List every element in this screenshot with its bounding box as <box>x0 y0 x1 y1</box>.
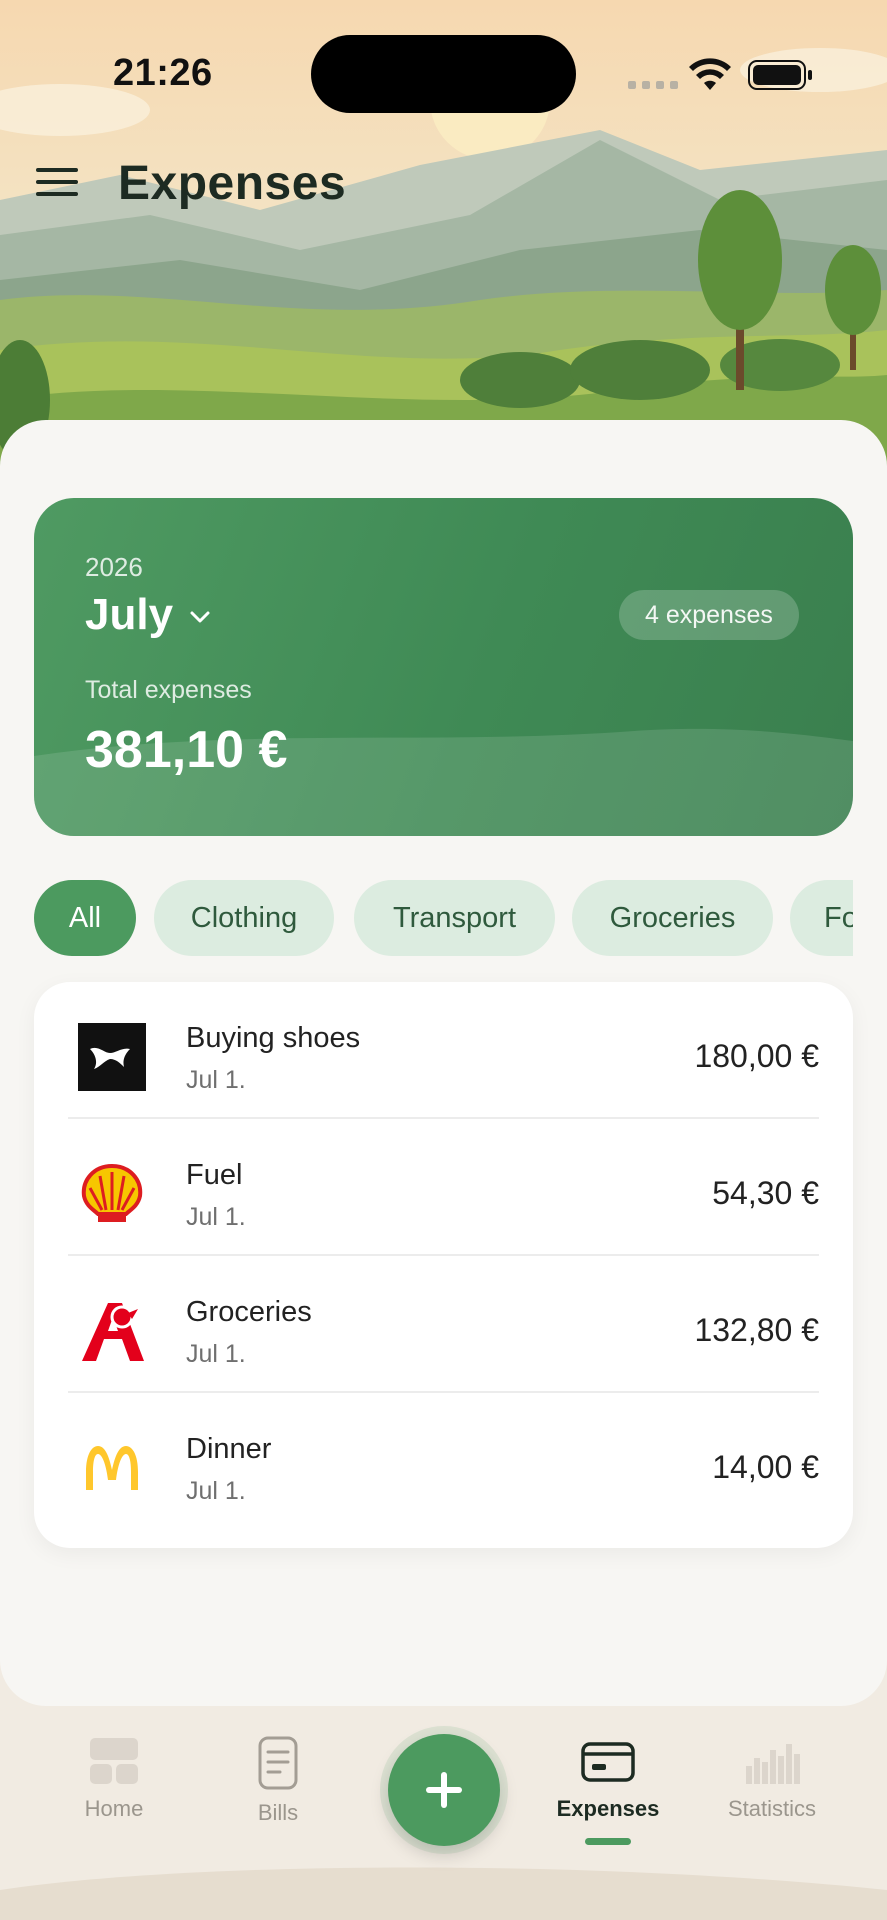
filter-chip-all[interactable]: All <box>34 880 136 956</box>
active-tab-indicator <box>585 1838 631 1845</box>
expense-date: Jul 1. <box>186 1477 246 1505</box>
expense-row[interactable]: Dinner Jul 1. 14,00 € <box>34 1393 853 1530</box>
nav-bills[interactable]: Bills <box>208 1736 348 1846</box>
expense-amount: 54,30 € <box>712 1175 819 1211</box>
status-bar: 21:26 <box>0 0 887 150</box>
nav-home-label: Home <box>84 1796 144 1821</box>
chart-icon <box>746 1744 800 1784</box>
expense-row[interactable]: Buying shoes Jul 1. 180,00 € <box>34 982 853 1119</box>
expense-name: Groceries <box>186 1296 312 1328</box>
expense-date: Jul 1. <box>186 1203 246 1231</box>
monthly-summary-card: 2026 July 4 expenses Total expenses 381,… <box>34 498 853 836</box>
bill-icon <box>258 1736 298 1790</box>
expense-amount: 14,00 € <box>712 1449 819 1485</box>
hamburger-menu-icon[interactable] <box>36 168 78 202</box>
summary-month: July <box>85 590 174 639</box>
nav-bills-label: Bills <box>257 1800 299 1825</box>
nav-hill-decoration <box>0 1867 887 1920</box>
battery-icon <box>748 60 812 90</box>
expense-row[interactable]: Fuel Jul 1. 54,30 € <box>34 1119 853 1256</box>
status-time: 21:26 <box>113 52 213 94</box>
expense-list: Buying shoes Jul 1. 180,00 € Fuel Jul 1.… <box>34 982 853 1548</box>
month-selector[interactable]: July <box>85 590 213 640</box>
category-filter-bar: All Clothing Transport Groceries Fo <box>34 880 853 958</box>
page-title: Expenses <box>118 157 347 210</box>
plus-icon-stroke <box>441 1772 447 1808</box>
app-header: Expenses <box>0 150 887 220</box>
expense-count-badge: 4 expenses <box>619 590 799 640</box>
expense-name: Dinner <box>186 1433 272 1465</box>
bottom-navigation: Home Bills Expenses Statistics <box>0 1706 887 1920</box>
filter-chip-transport[interactable]: Transport <box>354 880 555 956</box>
chevron-down-icon <box>190 611 210 623</box>
total-value: 381,10 € <box>85 721 288 779</box>
main-sheet: 2026 July 4 expenses Total expenses 381,… <box>0 420 887 1706</box>
filter-chip-groceries[interactable]: Groceries <box>572 880 773 956</box>
total-label: Total expenses <box>85 676 252 704</box>
nav-statistics[interactable]: Statistics <box>702 1736 842 1846</box>
auchan-logo-icon <box>82 1303 144 1361</box>
filter-chip-clothing[interactable]: Clothing <box>154 880 334 956</box>
cellular-signal-icon <box>628 81 678 89</box>
expense-row[interactable]: Groceries Jul 1. 132,80 € <box>34 1256 853 1393</box>
mcdonalds-logo-icon <box>86 1446 138 1490</box>
nav-statistics-label: Statistics <box>727 1796 817 1821</box>
expense-amount: 132,80 € <box>694 1312 819 1348</box>
card-icon <box>581 1742 635 1782</box>
summary-year: 2026 <box>85 552 143 582</box>
expense-date: Jul 1. <box>186 1066 246 1094</box>
dynamic-island <box>311 35 576 113</box>
nav-expenses-label: Expenses <box>556 1796 660 1821</box>
home-icon <box>90 1738 138 1784</box>
puma-logo-icon <box>78 1023 146 1091</box>
shell-logo-icon <box>81 1163 143 1222</box>
expense-name: Fuel <box>186 1159 243 1191</box>
nav-expenses[interactable]: Expenses <box>538 1736 678 1846</box>
expense-amount: 180,00 € <box>694 1038 819 1074</box>
wifi-icon <box>689 58 731 90</box>
filter-chip-food[interactable]: Fo <box>790 880 853 956</box>
expense-name: Buying shoes <box>186 1022 361 1054</box>
add-expense-button[interactable] <box>388 1734 500 1846</box>
nav-home[interactable]: Home <box>44 1736 184 1846</box>
expense-date: Jul 1. <box>186 1340 246 1368</box>
